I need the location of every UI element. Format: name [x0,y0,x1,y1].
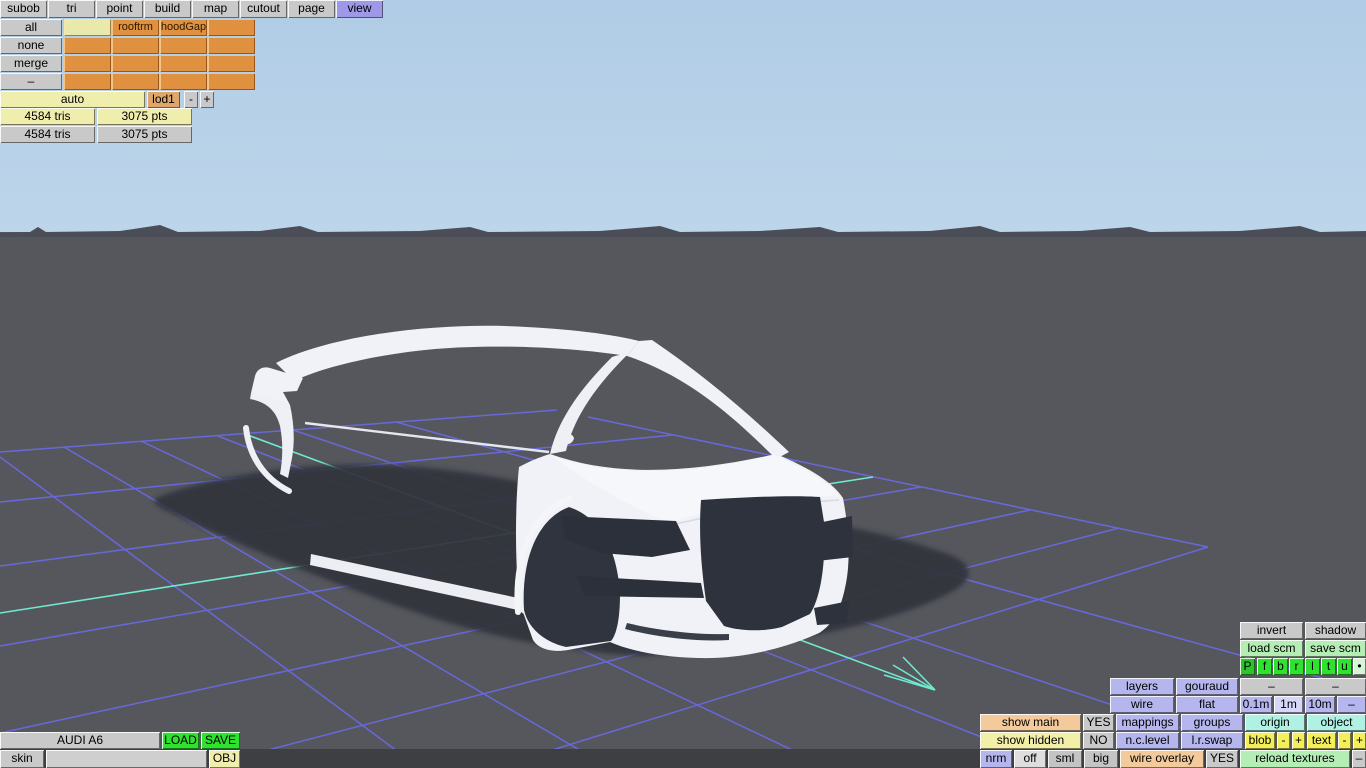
view-under-button[interactable]: u [1337,658,1352,675]
shadow-button[interactable]: shadow [1305,622,1366,639]
blob-plus-button[interactable]: + [1292,732,1305,749]
layer-cell[interactable] [208,73,255,90]
tab-cutout[interactable]: cutout [240,0,287,18]
nrm-button[interactable]: nrm [980,750,1012,768]
dash-button[interactable]: – [1352,750,1366,768]
lod-plus-button[interactable]: + [200,91,214,108]
nrm-small-button[interactable]: sml [1048,750,1082,768]
layer-cell[interactable] [64,37,111,54]
layers-merge-button[interactable]: merge [0,55,62,72]
dash-button[interactable]: – [1240,678,1303,695]
layers-all-button[interactable]: all [0,19,62,36]
reload-textures-button[interactable]: reload textures [1240,750,1350,768]
layer-cell[interactable] [64,73,111,90]
save-scm-button[interactable]: save scm [1305,640,1366,657]
nrm-big-button[interactable]: big [1084,750,1118,768]
tab-build[interactable]: build [144,0,191,18]
groups-button[interactable]: groups [1181,714,1243,731]
layer-cell[interactable] [112,55,159,72]
wire-overlay-toggle[interactable]: YES [1206,750,1238,768]
show-main-toggle[interactable]: YES [1083,714,1114,731]
blob-button[interactable]: blob [1245,732,1275,749]
layer-cell[interactable] [112,37,159,54]
view-front-button[interactable]: f [1257,658,1272,675]
dash-button[interactable]: – [1305,678,1366,695]
tab-map[interactable]: map [192,0,239,18]
stat-selected-tris: 4584 tris [0,108,95,125]
wire-button[interactable]: wire [1110,696,1174,713]
nc-level-button[interactable]: n.c.level [1116,732,1179,749]
app-window: subob tri point build map cutout page vi… [0,0,1366,768]
layer-cell[interactable] [208,19,255,36]
save-button[interactable]: SAVE [201,732,240,749]
lod-auto-button[interactable]: auto [0,91,145,108]
car-grille-opening [700,496,825,631]
lod-minus-button[interactable]: - [184,91,198,108]
grid-step-01m-button[interactable]: 0.1m [1240,696,1272,713]
view-top-button[interactable]: t [1321,658,1336,675]
layers-none-button[interactable]: none [0,37,62,54]
layer-cell[interactable] [160,37,207,54]
layer-cell[interactable] [160,55,207,72]
view-right-button[interactable]: r [1289,658,1304,675]
model-name-field[interactable]: AUDI A6 [0,732,160,749]
layer-cell[interactable] [64,55,111,72]
tab-tri[interactable]: tri [48,0,95,18]
grid-step-dash-button[interactable]: – [1337,696,1366,713]
flat-button[interactable]: flat [1176,696,1238,713]
layers-dash-button[interactable]: – [0,73,62,90]
viewport-3d[interactable] [0,0,1366,768]
stat-selected-pts: 3075 pts [97,108,192,125]
layer-cell[interactable] [208,37,255,54]
blob-minus-button[interactable]: - [1277,732,1290,749]
lod-current[interactable]: lod1 [147,91,180,108]
view-back-button[interactable]: b [1273,658,1288,675]
skin-button[interactable]: skin [0,750,44,768]
tab-view[interactable]: view [336,0,383,18]
mappings-button[interactable]: mappings [1116,714,1179,731]
layer-cell-rooftrm[interactable]: rooftrm [112,19,159,36]
layer-cell[interactable] [112,73,159,90]
grid-step-1m-button[interactable]: 1m [1274,696,1303,713]
text-plus-button[interactable]: + [1353,732,1366,749]
stat-total-pts: 3075 pts [97,126,192,143]
nrm-off-button[interactable]: off [1014,750,1046,768]
load-scm-button[interactable]: load scm [1240,640,1303,657]
skin-filename-field[interactable] [46,750,207,768]
obj-format-button[interactable]: OBJ [209,750,240,768]
invert-button[interactable]: invert [1240,622,1303,639]
tab-page[interactable]: page [288,0,335,18]
stat-total-tris: 4584 tris [0,126,95,143]
tab-point[interactable]: point [96,0,143,18]
lr-swap-button[interactable]: l.r.swap [1181,732,1243,749]
text-button[interactable]: text [1307,732,1336,749]
wire-overlay-button[interactable]: wire overlay [1120,750,1204,768]
view-left-button[interactable]: l [1305,658,1320,675]
tab-subob[interactable]: subob [0,0,47,18]
show-main-button[interactable]: show main [980,714,1081,731]
show-hidden-toggle[interactable]: NO [1083,732,1114,749]
grid-step-10m-button[interactable]: 10m [1305,696,1335,713]
show-hidden-button[interactable]: show hidden [980,732,1081,749]
layer-cell-selected[interactable] [64,19,111,36]
object-button[interactable]: object [1307,714,1366,731]
gouraud-button[interactable]: gouraud [1176,678,1238,695]
view-dot-button[interactable]: • [1353,658,1366,675]
view-persp-button[interactable]: P [1240,658,1255,675]
layers-button[interactable]: layers [1110,678,1174,695]
text-minus-button[interactable]: - [1338,732,1351,749]
layer-cell[interactable] [208,55,255,72]
origin-button[interactable]: origin [1245,714,1305,731]
layer-cell[interactable] [160,73,207,90]
layer-cell-hoodgap[interactable]: hoodGap [160,19,207,36]
load-button[interactable]: LOAD [162,732,199,749]
